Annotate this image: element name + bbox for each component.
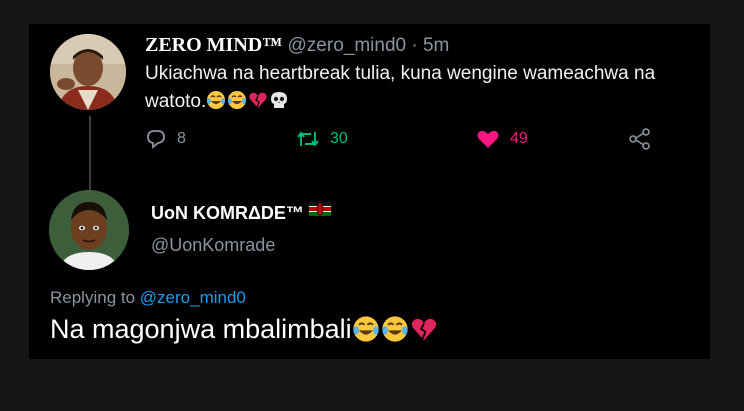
retweet-count: 30 bbox=[330, 130, 348, 147]
author-handle[interactable]: @zero_mind0 bbox=[288, 35, 407, 56]
like-action[interactable]: 49 bbox=[476, 128, 528, 150]
like-count: 49 bbox=[510, 130, 528, 147]
reply-body: Na magonjwa mbalimbali bbox=[50, 314, 352, 344]
tweet-header: ZERO MIND™ @zero_mind0 · 5m bbox=[145, 34, 449, 57]
replying-label: Replying to bbox=[50, 288, 136, 307]
tears-of-joy-emoji bbox=[382, 316, 408, 342]
broken-heart-emoji bbox=[411, 318, 436, 341]
replying-to-link[interactable]: @zero_mind0 bbox=[140, 288, 246, 307]
separator: · bbox=[411, 35, 418, 56]
share-icon bbox=[629, 128, 650, 150]
timestamp[interactable]: 5m bbox=[423, 35, 449, 56]
reply-action[interactable]: 8 bbox=[145, 128, 186, 150]
tears-of-joy-emoji bbox=[207, 91, 226, 109]
reply-text: Na magonjwa mbalimbali bbox=[50, 314, 439, 345]
tweet-text: Ukiachwa na heartbreak tulia, kuna wengi… bbox=[145, 60, 695, 116]
tears-of-joy-emoji bbox=[353, 316, 379, 342]
author-name[interactable]: ZERO MIND™ bbox=[145, 34, 282, 56]
tweet-actions: 8 30 49 bbox=[145, 128, 650, 154]
tweet-emojis bbox=[206, 91, 290, 112]
kenya-flag-icon bbox=[308, 202, 331, 216]
broken-heart-emoji bbox=[249, 92, 267, 108]
tears-of-joy-emoji bbox=[228, 91, 247, 109]
retweet-icon bbox=[297, 131, 319, 147]
tweet-card: ZERO MIND™ @zero_mind0 · 5m Ukiachwa na … bbox=[29, 24, 710, 359]
uon-komrade-avatar[interactable] bbox=[49, 190, 129, 270]
skull-emoji bbox=[271, 92, 288, 108]
reply-emojis bbox=[352, 314, 439, 344]
share-action[interactable] bbox=[628, 128, 652, 150]
reply-author-row: UoN KOMRΔDE™ bbox=[151, 202, 331, 224]
heart-icon bbox=[477, 130, 499, 148]
retweet-action[interactable]: 30 bbox=[296, 128, 348, 150]
reply-icon bbox=[147, 130, 165, 149]
zero-mind-avatar[interactable] bbox=[50, 34, 126, 110]
reply-author-name[interactable]: UoN KOMRΔDE™ bbox=[151, 203, 304, 223]
reply-count: 8 bbox=[177, 130, 186, 147]
replying-to-line: Replying to @zero_mind0 bbox=[50, 288, 246, 308]
reply-author-handle[interactable]: @UonKomrade bbox=[151, 235, 275, 256]
